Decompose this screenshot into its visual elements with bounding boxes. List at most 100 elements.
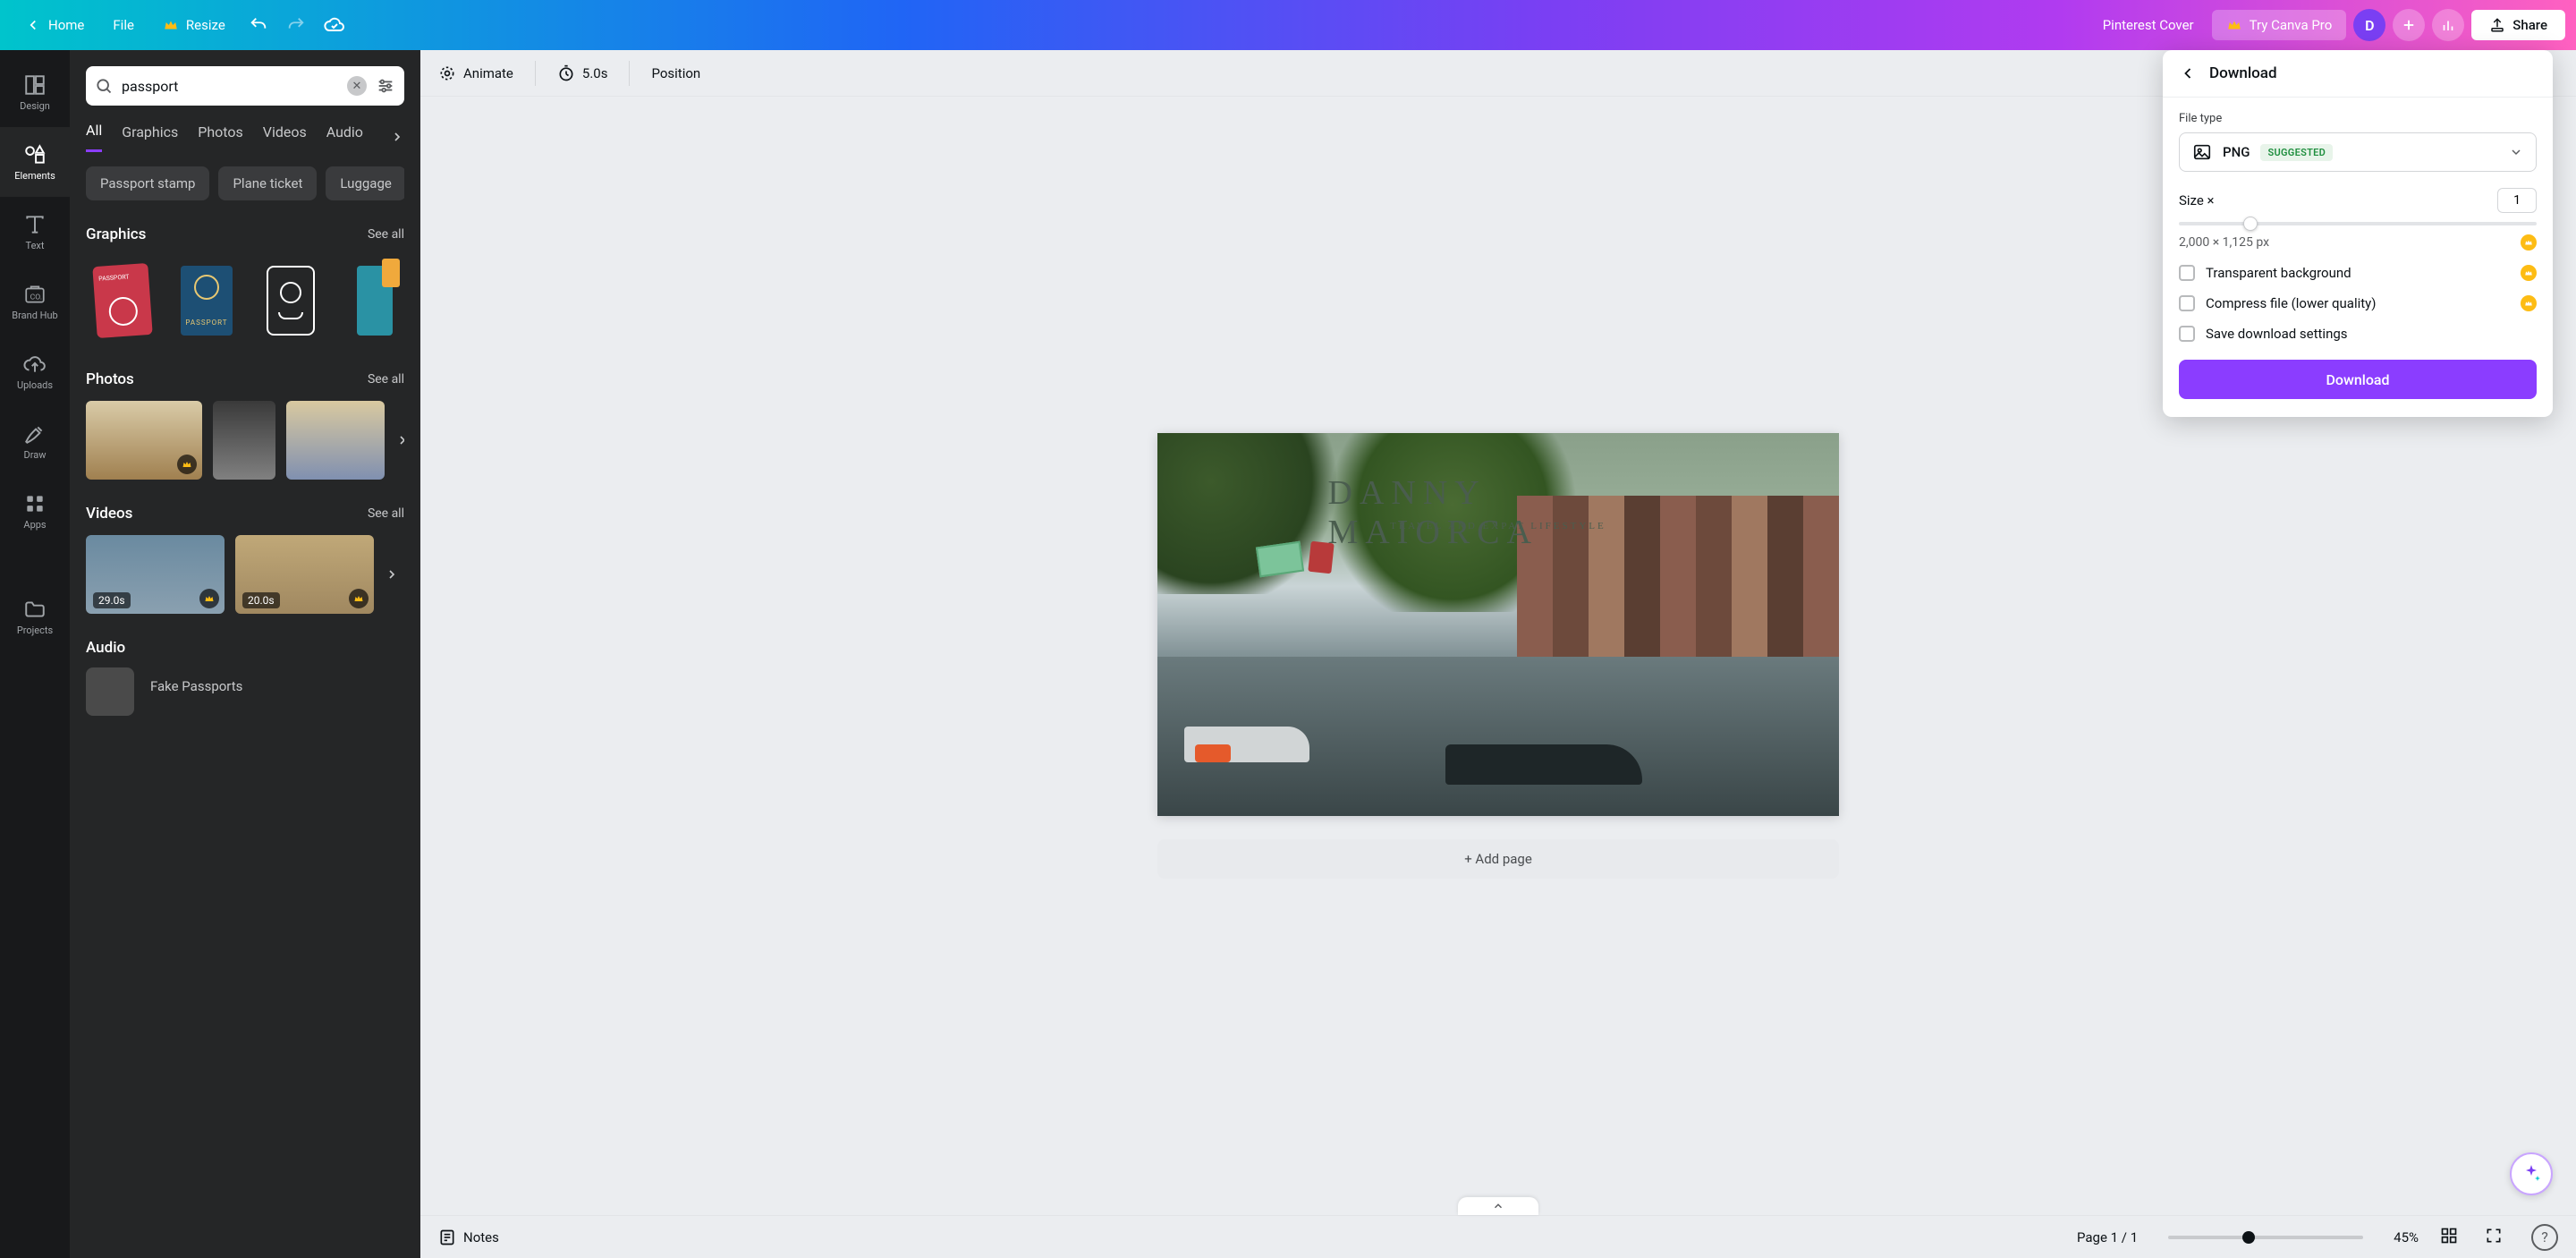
- photo-thumb[interactable]: [213, 401, 275, 480]
- page-title-text[interactable]: DANNY MAIORCA: [1328, 473, 1669, 552]
- rail-draw[interactable]: Draw: [0, 406, 70, 476]
- checkbox[interactable]: [2179, 295, 2195, 311]
- size-slider[interactable]: [2179, 222, 2537, 225]
- rail-label: Apps: [23, 519, 46, 531]
- fullscreen-button[interactable]: [2479, 1227, 2508, 1248]
- cloud-sync-button[interactable]: [315, 7, 354, 43]
- resize-button[interactable]: Resize: [148, 10, 240, 40]
- cloud-upload-icon: [23, 353, 47, 376]
- photo-thumb[interactable]: [86, 401, 202, 480]
- graphic-thumb[interactable]: [254, 256, 327, 345]
- zoom-slider[interactable]: [2168, 1236, 2363, 1239]
- chip-passport-stamp[interactable]: Passport stamp: [86, 166, 209, 200]
- home-label: Home: [48, 17, 84, 33]
- shapes-icon: [23, 143, 47, 166]
- chevron-right-icon[interactable]: [395, 433, 404, 447]
- crown-icon: [353, 593, 364, 604]
- videos-header: Videos See all: [86, 505, 404, 523]
- undo-button[interactable]: [240, 8, 277, 42]
- graphics-see-all[interactable]: See all: [368, 227, 404, 242]
- sparkle-icon: [2521, 1163, 2542, 1185]
- crown-icon: [163, 17, 179, 33]
- chip-plane-ticket[interactable]: Plane ticket: [218, 166, 317, 200]
- audio-track-name[interactable]: Fake Passports: [150, 678, 242, 694]
- insights-button[interactable]: [2432, 9, 2464, 41]
- chevron-right-icon[interactable]: [390, 130, 404, 144]
- notes-label: Notes: [463, 1229, 499, 1245]
- rail-apps[interactable]: Apps: [0, 476, 70, 546]
- photos-title: Photos: [86, 370, 134, 388]
- transparent-bg-option[interactable]: Transparent background: [2179, 265, 2537, 281]
- magic-assist-button[interactable]: [2510, 1152, 2553, 1195]
- document-title[interactable]: Pinterest Cover: [2103, 17, 2194, 33]
- redo-button[interactable]: [277, 8, 315, 42]
- size-input[interactable]: [2497, 188, 2537, 213]
- rail-design[interactable]: Design: [0, 57, 70, 127]
- page-indicator[interactable]: Page 1 / 1: [2077, 1229, 2138, 1245]
- videos-row: 29.0s 20.0s: [86, 535, 404, 614]
- search-input[interactable]: [122, 78, 338, 95]
- video-thumb[interactable]: 29.0s: [86, 535, 225, 614]
- graphics-header: Graphics See all: [86, 225, 404, 243]
- page-subtitle-text[interactable]: TRAVEL AND EXPAT LIFESTYLE: [1390, 521, 1606, 531]
- rail-brand-hub[interactable]: CO. Brand Hub: [0, 267, 70, 336]
- clear-search-button[interactable]: ✕: [347, 76, 367, 96]
- transparent-label: Transparent background: [2206, 265, 2351, 281]
- save-settings-option[interactable]: Save download settings: [2179, 326, 2537, 342]
- share-button[interactable]: Share: [2471, 10, 2565, 40]
- photos-see-all[interactable]: See all: [368, 372, 404, 387]
- file-menu[interactable]: File: [98, 10, 148, 40]
- chevron-right-icon[interactable]: [385, 567, 399, 582]
- design-page[interactable]: DANNY MAIORCA TRAVEL AND EXPAT LIFESTYLE: [1157, 433, 1839, 816]
- tab-videos[interactable]: Videos: [263, 123, 307, 151]
- rail-label: Projects: [17, 625, 53, 636]
- download-button[interactable]: Download: [2179, 360, 2537, 399]
- tab-all[interactable]: All: [86, 122, 102, 152]
- sparkle-icon: [438, 64, 456, 82]
- chevron-left-icon[interactable]: [2179, 64, 2197, 82]
- filter-icon[interactable]: [376, 76, 395, 96]
- video-thumb[interactable]: 20.0s: [235, 535, 374, 614]
- add-page-button[interactable]: + Add page: [1157, 839, 1839, 879]
- animate-button[interactable]: Animate: [438, 64, 513, 82]
- grid-view-button[interactable]: [2435, 1227, 2463, 1248]
- help-button[interactable]: ?: [2531, 1224, 2558, 1251]
- rail-uploads[interactable]: Uploads: [0, 336, 70, 406]
- apps-icon: [23, 492, 47, 515]
- timing-button[interactable]: 5.0s: [557, 64, 608, 82]
- rail-projects[interactable]: Projects: [0, 582, 70, 651]
- passport-sticker[interactable]: [1308, 541, 1334, 574]
- rail-elements[interactable]: Elements: [0, 127, 70, 197]
- share-label: Share: [2512, 17, 2547, 33]
- checkbox[interactable]: [2179, 265, 2195, 281]
- photo-thumb[interactable]: [286, 401, 385, 480]
- file-type-select[interactable]: PNG SUGGESTED: [2179, 132, 2537, 172]
- compress-option[interactable]: Compress file (lower quality): [2179, 295, 2537, 311]
- page-tray-toggle[interactable]: [1458, 1197, 1538, 1215]
- graphic-thumb[interactable]: [86, 256, 159, 345]
- rail-label: Elements: [14, 170, 55, 182]
- search-field[interactable]: ✕: [86, 66, 404, 106]
- passport-label: PASSPORT: [185, 319, 227, 327]
- user-avatar[interactable]: D: [2353, 9, 2385, 41]
- checkbox[interactable]: [2179, 326, 2195, 342]
- tab-photos[interactable]: Photos: [198, 123, 243, 151]
- home-button[interactable]: Home: [11, 10, 98, 40]
- tab-audio[interactable]: Audio: [326, 123, 363, 151]
- graphic-thumb[interactable]: [338, 256, 404, 345]
- chip-luggage[interactable]: Luggage: [326, 166, 404, 200]
- graphic-thumb[interactable]: PASSPORT: [170, 256, 243, 345]
- map-sticker[interactable]: [1256, 541, 1304, 578]
- tab-graphics[interactable]: Graphics: [122, 123, 178, 151]
- try-pro-button[interactable]: Try Canva Pro: [2212, 10, 2347, 40]
- download-popover: Download File type PNG SUGGESTED Size × …: [2163, 50, 2553, 417]
- zoom-value[interactable]: 45%: [2394, 1229, 2419, 1245]
- animate-label: Animate: [463, 65, 513, 81]
- notes-button[interactable]: Notes: [438, 1228, 499, 1246]
- videos-see-all[interactable]: See all: [368, 506, 404, 521]
- undo-icon: [249, 15, 268, 35]
- add-collaborator-button[interactable]: [2393, 9, 2425, 41]
- rail-text[interactable]: Text: [0, 197, 70, 267]
- audio-thumb[interactable]: [86, 667, 134, 716]
- position-button[interactable]: Position: [651, 65, 700, 81]
